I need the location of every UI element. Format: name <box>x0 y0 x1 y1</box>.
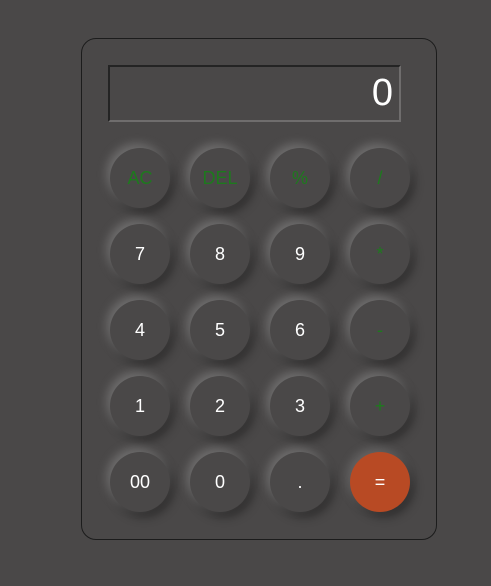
double-zero-button[interactable]: 00 <box>110 452 170 512</box>
decimal-point-button[interactable]: . <box>270 452 330 512</box>
delete-button[interactable]: DEL <box>190 148 250 208</box>
digit-6-button[interactable]: 6 <box>270 300 330 360</box>
digit-4-button[interactable]: 4 <box>110 300 170 360</box>
calculator-panel: 0 AC DEL % / 7 8 9 * 4 5 6 - 1 2 3 + 00 … <box>81 38 437 540</box>
result-display: 0 <box>108 65 401 122</box>
equals-button[interactable]: = <box>350 452 410 512</box>
plus-button[interactable]: + <box>350 376 410 436</box>
multiply-button[interactable]: * <box>350 224 410 284</box>
digit-1-button[interactable]: 1 <box>110 376 170 436</box>
digit-7-button[interactable]: 7 <box>110 224 170 284</box>
digit-0-button[interactable]: 0 <box>190 452 250 512</box>
minus-button[interactable]: - <box>350 300 410 360</box>
keypad: AC DEL % / 7 8 9 * 4 5 6 - 1 2 3 + 00 0 … <box>110 148 410 513</box>
digit-9-button[interactable]: 9 <box>270 224 330 284</box>
percent-button[interactable]: % <box>270 148 330 208</box>
digit-8-button[interactable]: 8 <box>190 224 250 284</box>
divide-button[interactable]: / <box>350 148 410 208</box>
digit-2-button[interactable]: 2 <box>190 376 250 436</box>
digit-5-button[interactable]: 5 <box>190 300 250 360</box>
all-clear-button[interactable]: AC <box>110 148 170 208</box>
digit-3-button[interactable]: 3 <box>270 376 330 436</box>
